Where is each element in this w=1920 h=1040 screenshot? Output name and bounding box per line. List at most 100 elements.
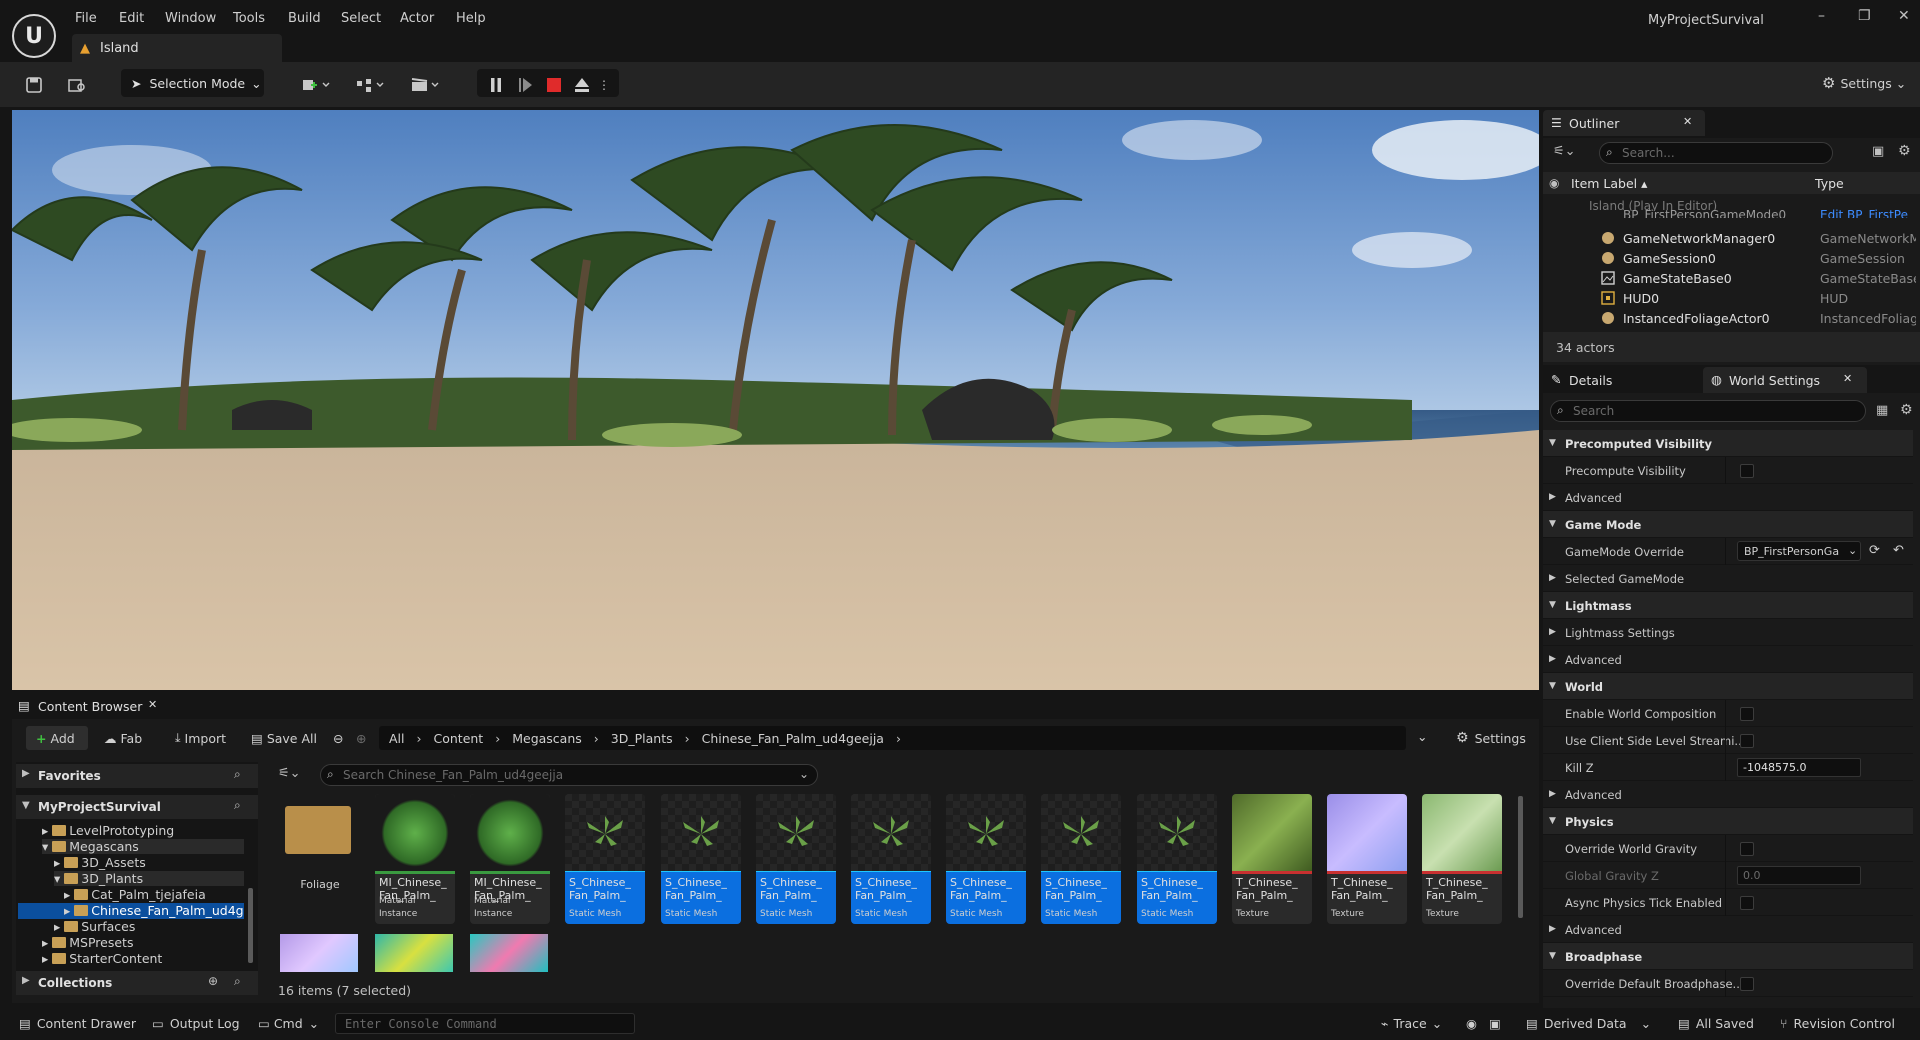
cmd-dropdown[interactable]: ▭ Cmd ⌄ (258, 1016, 319, 1031)
pause-icon[interactable] (485, 74, 507, 96)
tree-folder[interactable]: ▸ Cat_Palm_tjejafeia (64, 887, 206, 902)
filter-icon[interactable]: ⚟⌄ (278, 766, 301, 781)
breadcrumb-item[interactable]: 3D_Plants (611, 731, 673, 746)
asset-tile[interactable]: T_Chinese_ Fan_Palm_ Texture (1327, 794, 1407, 924)
column-item-label[interactable]: Item Label ▴ (1571, 176, 1647, 191)
asset-tile[interactable]: MI_Chinese_ Fan_Palm_ Material Instance (375, 794, 455, 924)
details-property-row[interactable]: Override Default Broadphase... (1543, 970, 1913, 997)
history-back-icon[interactable]: ⊖ (333, 726, 343, 750)
asset-tile[interactable]: S_Chinese_ Fan_Palm_ Static Mesh (756, 794, 836, 924)
level-tab[interactable]: ▲ Island (72, 34, 282, 62)
outliner-settings-icon[interactable]: ⚙ (1898, 143, 1911, 159)
more-options-icon[interactable]: ⋮ (598, 74, 610, 96)
menu-file[interactable]: File (75, 11, 97, 26)
all-saved-button[interactable]: ▤ All Saved (1678, 1016, 1754, 1031)
menu-tools[interactable]: Tools (233, 11, 265, 26)
details-property-row[interactable]: Async Physics Tick Enabled (1543, 889, 1913, 916)
collections-header[interactable]: ▶ Collections ⊕ ⌕ (16, 971, 258, 995)
revision-control-button[interactable]: ⑂ Revision Control (1780, 1016, 1895, 1031)
stop-icon[interactable] (543, 74, 565, 96)
property-number-field[interactable]: -1048575.0 (1737, 758, 1861, 777)
tree-folder[interactable]: ▸ Surfaces (54, 919, 135, 934)
asset-tile[interactable]: S_Chinese_ Fan_Palm_ Static Mesh (1041, 794, 1121, 924)
outliner-root-row[interactable]: Island (Play In Editor) BP_FirstPersonGa… (1543, 198, 1913, 218)
content-drawer-button[interactable]: ▤ Content Drawer (19, 1016, 136, 1031)
close-window-icon[interactable]: ✕ (1898, 8, 1910, 24)
property-number-field[interactable]: 0.0 (1737, 866, 1861, 885)
details-property-row[interactable]: Precompute Visibility (1543, 457, 1913, 484)
asset-thumb-partial[interactable] (470, 934, 548, 972)
save-all-button[interactable]: ▤ Save All (251, 726, 317, 750)
selection-mode-dropdown[interactable]: ➤ Selection Mode ⌄ (121, 69, 264, 97)
output-log-button[interactable]: ▭ Output Log (152, 1016, 240, 1031)
search-icon[interactable]: ⌕ (234, 974, 241, 989)
asset-tile[interactable]: S_Chinese_ Fan_Palm_ Static Mesh (565, 794, 645, 924)
tab-details[interactable]: ✎ Details (1543, 367, 1699, 393)
favorites-header[interactable]: ▶ Favorites ⌕ (16, 764, 258, 788)
menu-edit[interactable]: Edit (119, 11, 144, 26)
column-type[interactable]: Type (1815, 176, 1844, 191)
tree-folder-selected[interactable]: ▸ Chinese_Fan_Palm_ud4ge (18, 903, 244, 919)
property-checkbox[interactable] (1740, 734, 1754, 748)
tree-scrollbar[interactable] (248, 888, 253, 963)
filter-icon[interactable]: ⚟⌄ (1553, 144, 1576, 159)
outliner-search-input[interactable]: ⌕ Search... (1599, 142, 1833, 164)
details-property-row[interactable]: ▶ Advanced (1543, 781, 1913, 808)
close-tab-icon[interactable]: ✕ (1843, 372, 1852, 385)
fab-button[interactable]: ☁ Fab (104, 726, 142, 750)
tab-outliner[interactable]: ☰ Outliner ✕ (1543, 110, 1705, 136)
cinematics-icon[interactable] (407, 74, 443, 96)
details-property-row[interactable]: Global Gravity Z 0.0 (1543, 862, 1913, 889)
asset-scrollbar[interactable] (1518, 796, 1523, 918)
close-tab-icon[interactable]: ✕ (1683, 115, 1692, 128)
folder-tile[interactable]: Foliage (280, 794, 360, 924)
details-property-row[interactable]: ▶ Lightmass Settings (1543, 619, 1913, 646)
blueprint-icon[interactable] (352, 74, 388, 96)
visibility-eye-icon[interactable]: ◉ (1549, 176, 1559, 190)
content-settings-button[interactable]: ⚙ Settings (1456, 726, 1526, 750)
outliner-row[interactable]: GameStateBase0 GameStateBase (1543, 268, 1920, 288)
outliner-row[interactable]: GameSession0 GameSession (1543, 248, 1920, 268)
details-property-row[interactable]: Enable World Composition (1543, 700, 1913, 727)
breadcrumb-item[interactable]: Megascans (512, 731, 582, 746)
menu-build[interactable]: Build (288, 11, 321, 26)
outliner-row[interactable]: GameNetworkManager0 GameNetworkM (1543, 228, 1920, 248)
details-settings-icon[interactable]: ⚙ (1900, 402, 1913, 418)
asset-tile[interactable]: S_Chinese_ Fan_Palm_ Static Mesh (946, 794, 1026, 924)
add-button[interactable]: + Add (26, 726, 88, 750)
menu-select[interactable]: Select (341, 11, 381, 26)
details-property-row[interactable]: ▶ Selected GameMode (1543, 565, 1913, 592)
maximize-icon[interactable]: ❐ (1858, 8, 1871, 24)
outliner-row[interactable]: HUD0 HUD (1543, 288, 1920, 308)
property-checkbox[interactable] (1740, 977, 1754, 991)
browse-level-icon[interactable] (66, 74, 88, 96)
save-icon[interactable] (23, 74, 45, 96)
property-checkbox[interactable] (1740, 707, 1754, 721)
details-property-row[interactable]: Override World Gravity (1543, 835, 1913, 862)
screenshot-icon[interactable]: ▣ (1489, 1016, 1501, 1031)
tree-folder[interactable]: ▾ 3D_Plants (54, 871, 244, 886)
asset-tile[interactable]: MI_Chinese_ Fan_Palm_ Material Instance (470, 794, 550, 924)
add-actor-icon[interactable] (298, 74, 334, 96)
tree-folder[interactable]: ▾ Megascans (42, 839, 244, 854)
details-section-header[interactable]: ▼ Physics (1543, 808, 1913, 835)
add-collection-icon[interactable]: ⊕ (208, 974, 218, 988)
asset-tile[interactable]: S_Chinese_ Fan_Palm_ Static Mesh (851, 794, 931, 924)
menu-actor[interactable]: Actor (400, 11, 434, 26)
reset-arrow-icon[interactable]: ↶ (1893, 543, 1904, 558)
property-checkbox[interactable] (1740, 896, 1754, 910)
tree-folder[interactable]: ▸ StarterContent (42, 951, 162, 966)
asset-thumb-partial[interactable] (375, 934, 453, 972)
breadcrumb-item[interactable]: All (389, 731, 405, 746)
tree-folder[interactable]: ▸ MSPresets (42, 935, 133, 950)
level-viewport[interactable] (12, 110, 1539, 690)
property-checkbox[interactable] (1740, 464, 1754, 478)
derived-data-button[interactable]: ▤ Derived Data ⌄ (1526, 1016, 1651, 1031)
tree-folder[interactable]: ▸ LevelPrototyping (42, 823, 174, 838)
property-checkbox[interactable] (1740, 842, 1754, 856)
record-icon[interactable]: ◉ (1466, 1016, 1477, 1031)
browse-asset-icon[interactable]: ⟳ (1869, 543, 1880, 558)
table-view-icon[interactable]: ▦ (1876, 403, 1888, 418)
project-header[interactable]: ▼ MyProjectSurvival ⌕ (16, 795, 258, 819)
unreal-logo-icon[interactable]: U (12, 14, 56, 58)
